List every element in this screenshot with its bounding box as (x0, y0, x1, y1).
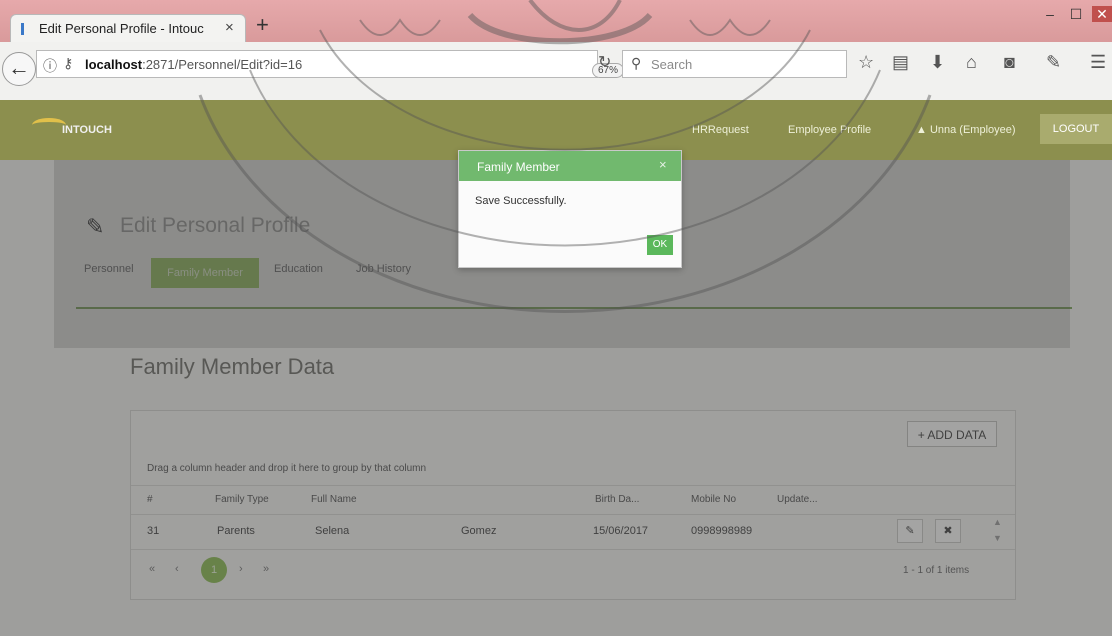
menu-icon[interactable]: ☰ (1090, 52, 1106, 73)
reload-icon[interactable]: ↻ (598, 52, 611, 72)
nav-hrrequest[interactable]: HRRequest (692, 124, 749, 136)
new-tab-button[interactable]: + (256, 14, 269, 36)
dialog-header: Family Member × (459, 151, 681, 181)
app-logo[interactable]: INTOUCH (62, 124, 112, 136)
search-placeholder: Search (651, 57, 693, 72)
user-menu[interactable]: ▲ Unna (Employee) (916, 124, 1016, 136)
maximize-icon[interactable]: ☐ (1066, 6, 1086, 22)
url-path: :2871/Personnel/Edit?id=16 (142, 57, 303, 72)
key-icon: ⚷ (63, 55, 74, 71)
bookmark-star-icon[interactable]: ☆ (858, 52, 874, 73)
bookmarks-list-icon[interactable]: ▤ (892, 52, 909, 73)
browser-navbar: ← ⓘ ⚷ localhost:2871/Personnel/Edit?id=1… (0, 42, 1112, 101)
back-button[interactable]: ← (2, 52, 36, 86)
extension-icon[interactable]: ✎ (1046, 52, 1061, 73)
url-host: localhost (85, 57, 143, 72)
search-input[interactable]: ⚲ Search (622, 50, 847, 78)
close-icon[interactable]: × (659, 157, 667, 172)
dialog-message: Save Successfully. (475, 195, 567, 207)
close-tab-icon[interactable]: × (225, 19, 234, 36)
page-favicon-icon (21, 23, 33, 35)
save-dialog: Family Member × Save Successfully. OK (458, 150, 682, 268)
download-icon[interactable]: ⬇ (930, 52, 945, 73)
tab-title: Edit Personal Profile - Intouc (39, 21, 204, 36)
home-icon[interactable]: ⌂ (966, 52, 977, 73)
search-icon: ⚲ (631, 55, 642, 71)
browser-tab-strip: Edit Personal Profile - Intouc × + – ☐ ✕ (0, 0, 1112, 42)
ok-button[interactable]: OK (647, 235, 673, 255)
url-text: localhost:2871/Personnel/Edit?id=16 (85, 57, 302, 72)
address-bar[interactable]: ⓘ ⚷ localhost:2871/Personnel/Edit?id=16 … (36, 50, 625, 78)
dialog-title: Family Member (477, 160, 560, 174)
close-window-icon[interactable]: ✕ (1092, 6, 1112, 22)
browser-tab[interactable]: Edit Personal Profile - Intouc × (10, 14, 246, 42)
info-icon[interactable]: ⓘ (43, 56, 57, 76)
logo-swoosh-icon (32, 118, 66, 132)
nav-employee-profile[interactable]: Employee Profile (788, 124, 871, 136)
pocket-icon[interactable]: ◙ (1004, 52, 1015, 73)
minimize-icon[interactable]: – (1040, 6, 1060, 22)
logout-button[interactable]: LOGOUT (1040, 114, 1112, 144)
